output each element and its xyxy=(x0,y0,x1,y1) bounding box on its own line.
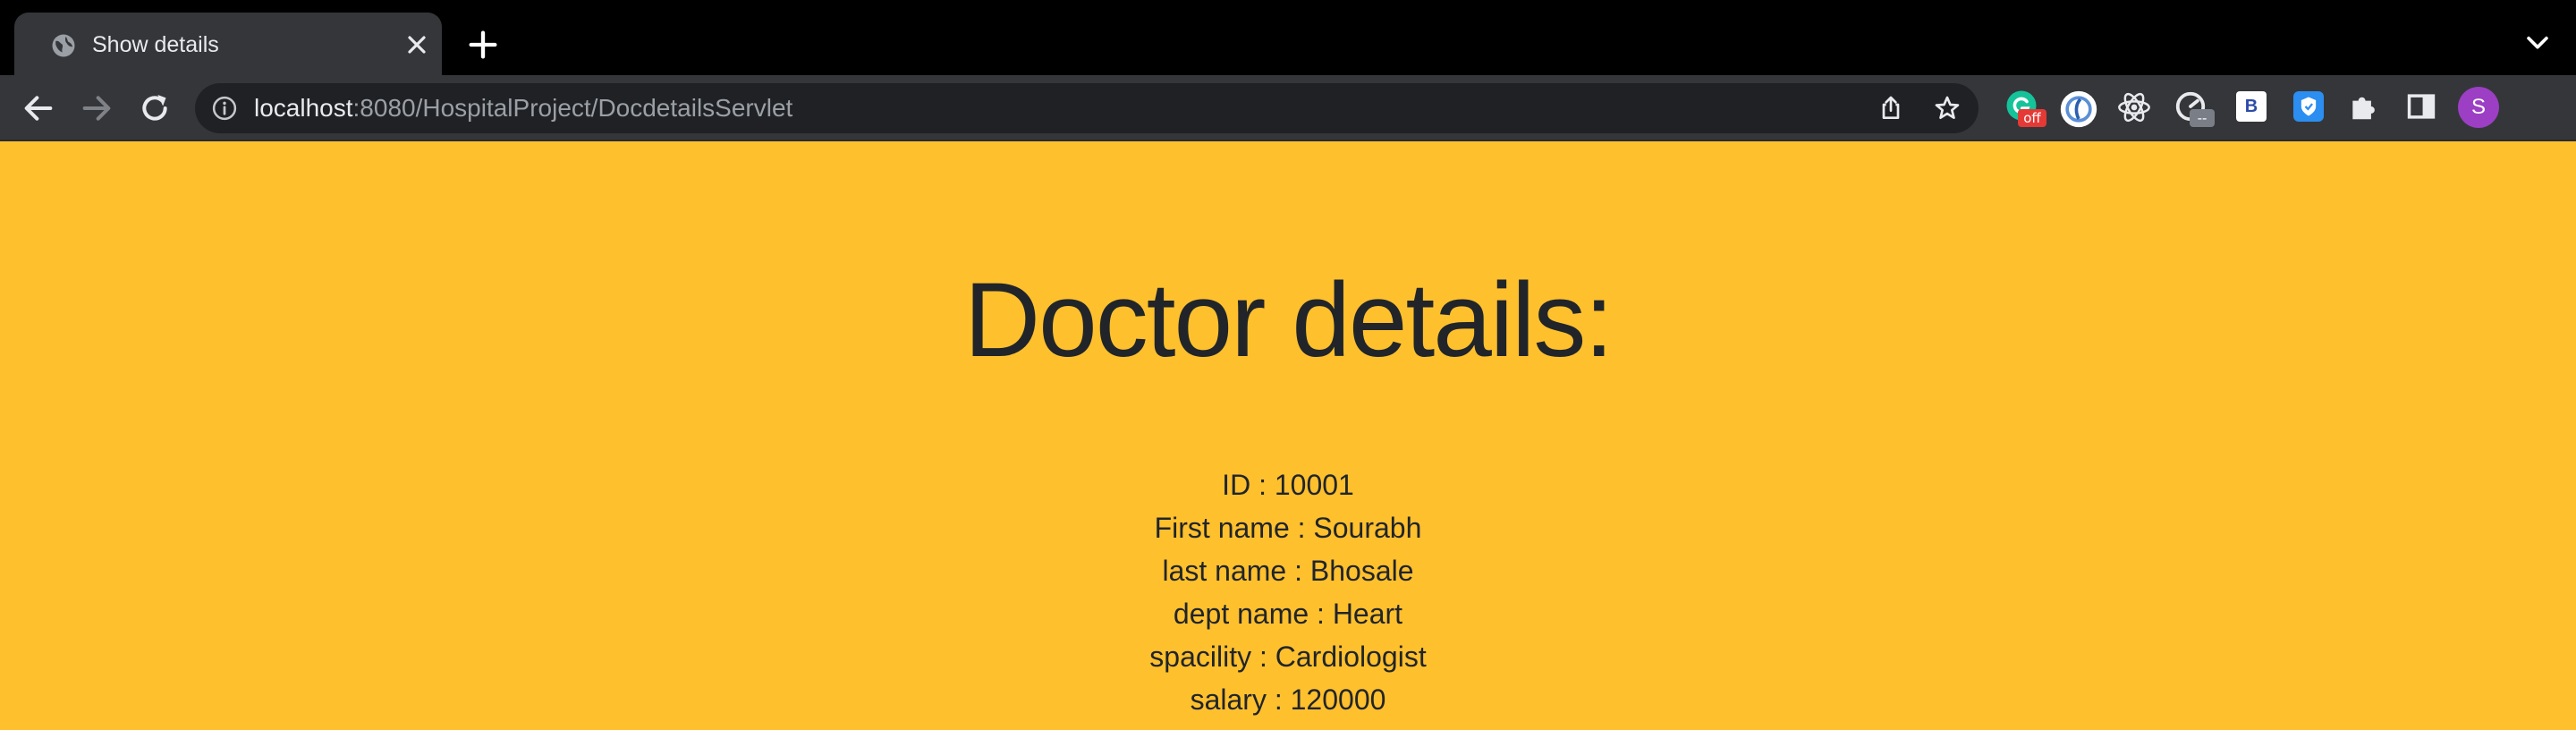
dashboard-badge: -- xyxy=(2190,109,2215,127)
tab-title: Show details xyxy=(92,32,219,57)
detail-last-name: last name : Bhosale xyxy=(1162,555,1414,587)
info-icon[interactable] xyxy=(211,95,238,122)
side-panel-icon[interactable] xyxy=(2404,89,2444,129)
toolbar: localhost:8080/HospitalProject/Docdetail… xyxy=(0,75,2576,141)
globe-icon xyxy=(52,34,75,57)
detail-first-name: First name : Sourabh xyxy=(1154,512,1422,544)
grammarly-icon[interactable]: off xyxy=(2004,89,2046,129)
address-bar[interactable]: localhost:8080/HospitalProject/Docdetail… xyxy=(195,83,1979,133)
page-content: Doctor details: ID : 10001 First name : … xyxy=(0,141,2576,730)
tab-show-details[interactable]: Show details xyxy=(14,13,442,75)
url-text[interactable]: localhost:8080/HospitalProject/Docdetail… xyxy=(254,83,792,133)
grammarly-badge: off xyxy=(2018,109,2046,127)
ext-b-icon[interactable]: B xyxy=(2233,89,2272,129)
detail-id: ID : 10001 xyxy=(1222,469,1354,501)
profile-avatar[interactable]: S xyxy=(2458,87,2499,128)
puzzle-icon[interactable] xyxy=(2347,89,2386,129)
star-icon[interactable] xyxy=(1933,94,1962,123)
ext-b-label: B xyxy=(2244,97,2258,116)
back-arrow-icon[interactable] xyxy=(21,90,56,126)
shield-icon[interactable] xyxy=(2290,89,2329,129)
detail-salary: salary : 120000 xyxy=(1190,683,1386,716)
plus-icon[interactable] xyxy=(465,27,501,63)
detail-speciality: spacility : Cardiologist xyxy=(1149,641,1427,673)
forward-arrow-icon[interactable] xyxy=(79,90,114,126)
url-host: localhost xyxy=(254,94,353,122)
page-title: Doctor details: xyxy=(963,261,1614,379)
detail-dept-name: dept name : Heart xyxy=(1173,598,1403,630)
doctor-details-list: ID : 10001 First name : Sourabh last nam… xyxy=(0,463,2576,721)
tab-strip: Show details xyxy=(0,0,2576,75)
ext-circle-icon[interactable] xyxy=(2059,89,2098,129)
url-path: :8080/HospitalProject/DocdetailsServlet xyxy=(352,94,793,122)
chevron-down-icon[interactable] xyxy=(2522,27,2553,57)
reload-icon[interactable] xyxy=(137,90,173,126)
share-icon[interactable] xyxy=(1877,94,1905,123)
browser-window: Show details localhost:8080/HospitalProj… xyxy=(0,0,2576,730)
close-icon[interactable] xyxy=(402,30,431,59)
dashboard-icon[interactable]: -- xyxy=(2174,89,2215,129)
react-devtools-icon[interactable] xyxy=(2116,89,2156,129)
